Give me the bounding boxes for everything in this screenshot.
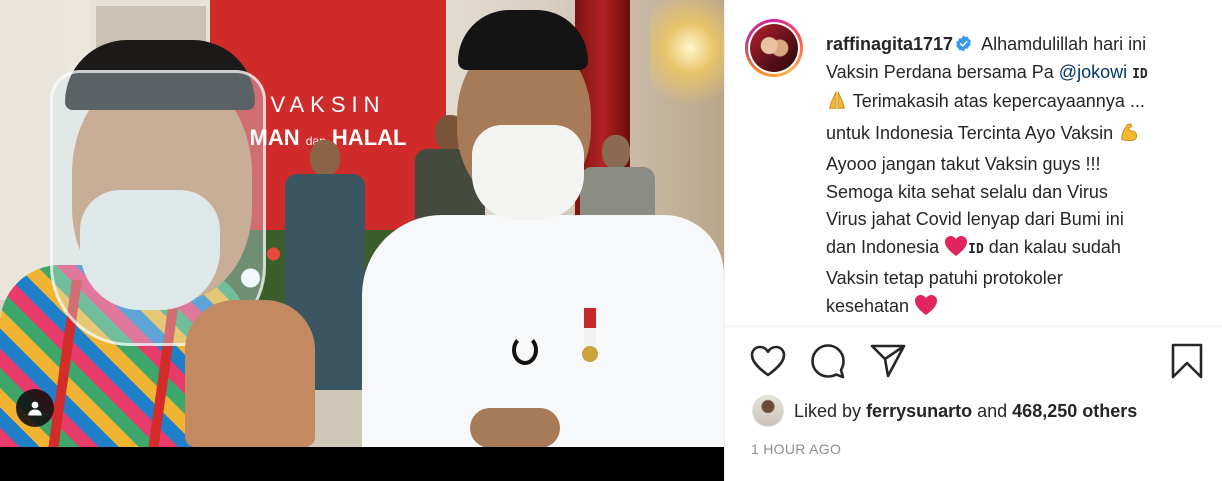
author-avatar-image [750, 24, 798, 72]
red-heart-emoji-icon [914, 294, 938, 325]
caption-line-7: Virus jahat Covid lenyap dari Bumi ini [826, 209, 1124, 229]
liker-avatar[interactable] [752, 395, 784, 427]
user-tag-button[interactable] [16, 389, 54, 427]
id-flag-mark: ID [968, 241, 984, 257]
post-photo[interactable]: VAKSIN MAN dan HALAL [0, 0, 724, 447]
like-heart-icon [750, 345, 786, 377]
mention-link[interactable]: @jokowi [1059, 62, 1127, 82]
caption-line-8: dan Indonesia [826, 236, 940, 257]
caption-line-5: Ayooo jangan takut Vaksin guys !!! [826, 154, 1101, 174]
caption-line-4: untuk Indonesia Tercinta Ayo Vaksin [826, 122, 1114, 143]
photo-man-white-shirt [362, 10, 724, 447]
share-button[interactable] [867, 340, 909, 382]
user-tag-icon [28, 401, 42, 416]
photo-hand [470, 408, 560, 447]
likes-prefix: Liked by [794, 400, 862, 421]
caption-line-3: Terimakasih atas kepercayaannya ... [852, 91, 1145, 111]
comment-icon [811, 344, 845, 379]
photo-thumbs-up [185, 300, 315, 447]
caption-line-9: Vaksin tetap patuhi protokoler [826, 268, 1063, 288]
caption-line-1: Alhamdulillah hari ini [981, 34, 1147, 54]
comment-button[interactable] [807, 340, 849, 382]
caption-area: raffinagita1717 Alhamdulillah hari ini V… [725, 0, 1222, 327]
post-actions [725, 340, 1222, 382]
liker-username[interactable]: ferrysunarto [866, 401, 972, 422]
flexed-biceps-emoji-icon [1118, 121, 1140, 152]
post-caption: raffinagita1717 Alhamdulillah hari ini V… [826, 31, 1196, 324]
pray-emoji-icon [826, 89, 848, 120]
id-flag-mark: ID [1132, 66, 1148, 82]
caption-line-6: Semoga kita sehat selalu dan Virus [826, 181, 1108, 202]
save-button[interactable] [1166, 340, 1208, 382]
save-bookmark-icon [1171, 343, 1203, 379]
likes-summary: Liked by ferrysunarto and 468,250 others [752, 395, 1137, 427]
likes-count[interactable]: 468,250 others [1012, 401, 1137, 422]
photo-bottom-bar [0, 447, 724, 481]
author-username[interactable]: raffinagita1717 [826, 34, 953, 54]
verified-badge-icon [956, 35, 971, 52]
caption-line-8-end: dan kalau sudah [988, 236, 1121, 257]
post-panel: raffinagita1717 Alhamdulillah hari ini V… [724, 0, 1222, 481]
likes-and: and [977, 400, 1008, 421]
share-icon [870, 344, 906, 378]
red-heart-emoji-icon [944, 235, 968, 266]
caption-line-2: Vaksin Perdana bersama Pa [826, 61, 1059, 82]
author-avatar[interactable] [745, 19, 803, 77]
caption-line-10: kesehatan [826, 295, 910, 316]
post-timestamp[interactable]: 1 HOUR AGO [751, 441, 841, 457]
like-button[interactable] [747, 340, 789, 382]
